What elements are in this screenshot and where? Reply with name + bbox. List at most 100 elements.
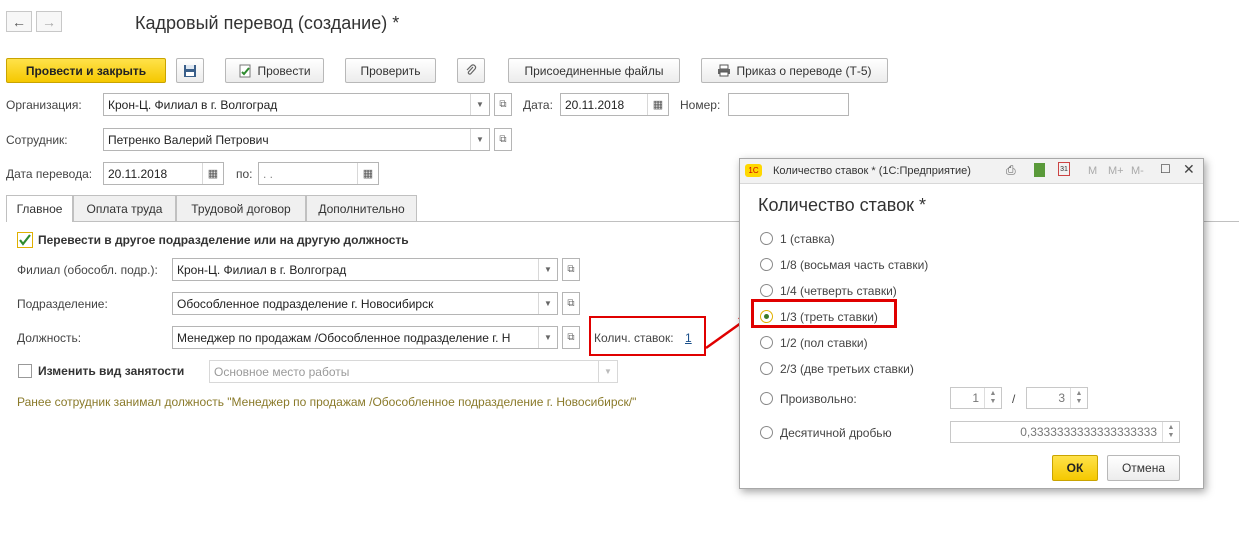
tab-contract[interactable]: Трудовой договор [176, 195, 306, 221]
attach-button[interactable] [457, 58, 485, 83]
employee-value: Петренко Валерий Петрович [108, 132, 269, 147]
division-label: Подразделение: [17, 297, 108, 311]
decimal-field[interactable]: 0,3333333333333333333 ▲ ▼ [950, 421, 1180, 443]
rates-dialog: 1С Количество ставок * (1С:Предприятие) … [739, 158, 1204, 489]
previous-position-note: Ранее сотрудник занимал должность "Менед… [17, 395, 637, 409]
tab-salary[interactable]: Оплата труда [73, 195, 176, 221]
post-button[interactable]: Провести [225, 58, 324, 83]
radio-rate-1[interactable] [760, 232, 773, 245]
radio-rate-1-3[interactable] [760, 310, 773, 323]
arrow-right-icon: → [42, 13, 56, 30]
radio-rate-1-4[interactable] [760, 284, 773, 297]
calendar-icon[interactable]: 31 [1058, 162, 1070, 176]
save-button[interactable] [176, 58, 204, 83]
check-button[interactable]: Проверить [345, 58, 436, 83]
date-label: Дата: [523, 98, 553, 112]
change-employment-label: Изменить вид занятости [38, 364, 185, 378]
memory-subtract-button[interactable]: M- [1131, 165, 1144, 177]
change-employment-checkbox[interactable] [18, 364, 32, 378]
radio-rate-1-8[interactable] [760, 258, 773, 271]
to-date-value: . . [263, 166, 274, 181]
open-employee-icon[interactable]: ⧉ [494, 128, 512, 151]
calendar-icon[interactable]: ▦ [202, 163, 223, 184]
chevron-down-icon[interactable]: ▼ [470, 94, 489, 115]
tab-additional[interactable]: Дополнительно [306, 195, 417, 221]
radio-rate-2-3-label: 2/3 (две третьих ставки) [780, 362, 914, 376]
post-document-icon [239, 64, 251, 77]
division-field[interactable]: Обособленное подразделение г. Новосибирс… [172, 292, 558, 315]
denominator-field[interactable]: 3 ▲ ▼ [1026, 387, 1088, 409]
radio-custom[interactable] [760, 392, 773, 405]
forward-button[interactable]: → [36, 11, 62, 32]
denominator-value: 3 [1058, 391, 1065, 405]
memory-add-button[interactable]: M+ [1108, 165, 1124, 177]
open-branch-icon[interactable]: ⧉ [562, 258, 580, 281]
open-position-icon[interactable]: ⧉ [562, 326, 580, 349]
number-field[interactable] [728, 93, 849, 116]
cancel-button[interactable]: Отмена [1107, 455, 1180, 481]
to-date-field[interactable]: . . ▦ [258, 162, 379, 185]
stepper-icon[interactable]: ▲ ▼ [984, 388, 1001, 408]
calendar-icon[interactable]: ▦ [357, 163, 378, 184]
close-icon[interactable]: ✕ [1183, 161, 1195, 178]
employment-type-value: Основное место работы [214, 364, 350, 379]
chevron-down-icon[interactable]: ▼ [538, 259, 557, 280]
transfer-date-label: Дата перевода: [6, 167, 93, 181]
number-label: Номер: [680, 98, 721, 112]
print-icon[interactable]: ⎙ [1006, 163, 1016, 178]
rates-label: Колич. ставок: [594, 331, 674, 345]
dialog-titlebar: 1С Количество ставок * (1С:Предприятие) … [740, 159, 1203, 184]
post-and-close-button[interactable]: Провести и закрыть [6, 58, 166, 83]
stepper-icon[interactable]: ▲ ▼ [1070, 388, 1087, 408]
fraction-separator: / [1012, 392, 1016, 406]
open-organization-icon[interactable]: ⧉ [494, 93, 512, 116]
tab-main[interactable]: Главное [6, 195, 73, 222]
checkmark-icon [19, 234, 31, 246]
maximize-icon[interactable]: ☐ [1160, 162, 1171, 176]
memory-button[interactable]: M [1088, 165, 1097, 177]
stepper-icon[interactable]: ▲ ▼ [1162, 422, 1179, 442]
decimal-value: 0,3333333333333333333 [1020, 425, 1157, 439]
app-logo-icon: 1С [745, 164, 762, 177]
employee-field[interactable]: Петренко Валерий Петрович ▼ [103, 128, 490, 151]
position-value: Менеджер по продажам /Обособленное подра… [177, 330, 511, 345]
transfer-date-field[interactable]: 20.11.2018 ▦ [103, 162, 224, 185]
dialog-heading: Количество ставок * [758, 195, 926, 215]
page-title: Кадровый перевод (создание) * [135, 13, 400, 33]
radio-decimal[interactable] [760, 426, 773, 439]
radio-rate-2-3[interactable] [760, 362, 773, 375]
chevron-down-icon[interactable]: ▼ [470, 129, 489, 150]
chevron-down-icon[interactable]: ▼ [538, 327, 557, 348]
employment-type-field[interactable]: Основное место работы ▼ [209, 360, 618, 383]
division-value: Обособленное подразделение г. Новосибирс… [177, 296, 434, 311]
numerator-value: 1 [972, 391, 979, 405]
transfer-order-button[interactable]: Приказ о переводе (Т-5) [701, 58, 888, 83]
numerator-field[interactable]: 1 ▲ ▼ [950, 387, 1002, 409]
ok-button[interactable]: ОК [1052, 455, 1098, 481]
transfer-date-value: 20.11.2018 [108, 166, 168, 181]
radio-custom-label: Произвольно: [780, 392, 857, 406]
printer-icon [718, 64, 731, 77]
branch-value: Крон-Ц. Филиал в г. Волгоград [177, 262, 347, 277]
rates-link[interactable]: 1 [685, 331, 692, 345]
post-button-label: Провести [257, 63, 311, 78]
organization-label: Организация: [6, 98, 82, 112]
to-date-label: по: [236, 167, 253, 181]
dialog-window-title: Количество ставок * (1С:Предприятие) [773, 165, 971, 177]
organization-field[interactable]: Крон-Ц. Филиал в г. Волгоград ▼ [103, 93, 490, 116]
radio-rate-1-2[interactable] [760, 336, 773, 349]
date-field[interactable]: 20.11.2018 ▦ [560, 93, 669, 116]
floppy-icon [184, 64, 196, 77]
chevron-down-icon[interactable]: ▼ [598, 361, 617, 382]
transfer-checkbox[interactable] [17, 232, 33, 248]
calculator-icon[interactable] [1034, 163, 1045, 177]
arrow-left-icon: ← [12, 13, 26, 30]
branch-field[interactable]: Крон-Ц. Филиал в г. Волгоград ▼ [172, 258, 558, 281]
open-division-icon[interactable]: ⧉ [562, 292, 580, 315]
radio-rate-1-4-label: 1/4 (четверть ставки) [780, 284, 897, 298]
chevron-down-icon[interactable]: ▼ [538, 293, 557, 314]
back-button[interactable]: ← [6, 11, 32, 32]
calendar-icon[interactable]: ▦ [647, 94, 668, 115]
attached-files-button[interactable]: Присоединенные файлы [508, 58, 680, 83]
position-field[interactable]: Менеджер по продажам /Обособленное подра… [172, 326, 558, 349]
